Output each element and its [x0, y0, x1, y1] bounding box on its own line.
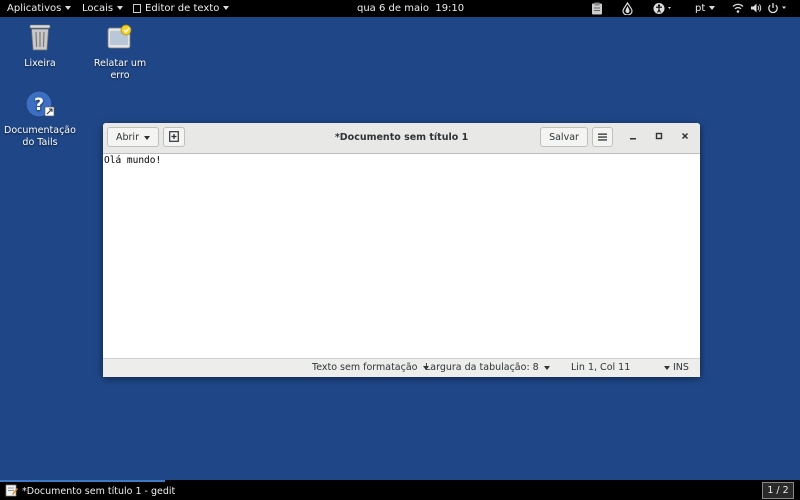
chevron-down-icon	[543, 365, 550, 370]
chevron-down-icon	[117, 6, 124, 10]
applications-menu[interactable]: Aplicativos	[7, 0, 72, 17]
desktop-icon-label-line2: do Tails	[22, 137, 58, 148]
editor-text: Olá mundo!	[104, 155, 162, 166]
minimize-icon	[629, 132, 637, 143]
cursor-position-label: Lin 1, Col 11	[571, 362, 631, 373]
status-bar: Texto sem formatação Largura da tabulaçã…	[103, 358, 700, 377]
new-document-icon	[169, 131, 179, 143]
desktop-icon-report-bug[interactable]: Relatar um erro	[84, 22, 156, 82]
text-editor-icon	[5, 484, 18, 500]
minimize-button[interactable]	[626, 131, 640, 145]
volume-icon[interactable]	[750, 2, 762, 17]
wifi-icon[interactable]	[732, 2, 744, 17]
desktop-icon-label-line1: Documentação	[4, 125, 76, 136]
taskbar-window-label: *Documento sem título 1 - gedit	[22, 486, 176, 497]
onion-icon[interactable]	[622, 1, 633, 18]
bug-report-icon	[84, 22, 156, 56]
maximize-icon	[655, 132, 663, 143]
tab-width-label: Largura da tabulação: 8	[425, 362, 539, 373]
accessibility-icon[interactable]	[653, 2, 673, 18]
chevron-down-icon	[143, 135, 150, 140]
chevron-down-icon	[65, 6, 72, 10]
close-icon	[681, 132, 689, 143]
format-label: Texto sem formatação	[312, 362, 418, 373]
help-icon: ?	[4, 89, 76, 123]
tab-width-selector[interactable]: Largura da tabulação: 8	[425, 359, 550, 376]
svg-text:?: ?	[34, 95, 44, 115]
header-bar[interactable]: Abrir *Documento sem título 1 Salvar	[103, 123, 700, 154]
desktop-icon-label: Lixeira	[24, 58, 56, 69]
open-button-label: Abrir	[116, 132, 139, 143]
gedit-window: Abrir *Documento sem título 1 Salvar Olá…	[103, 123, 700, 377]
app-menu[interactable]: Editor de texto	[133, 0, 230, 17]
trash-icon	[12, 22, 68, 56]
cursor-position-selector[interactable]: Lin 1, Col 11	[571, 359, 671, 376]
hamburger-menu-button[interactable]	[592, 127, 613, 147]
open-button[interactable]: Abrir	[107, 127, 159, 147]
insert-mode-indicator[interactable]: INS	[673, 359, 689, 376]
save-button-label: Salvar	[549, 132, 579, 143]
language-format-selector[interactable]: Texto sem formatação	[312, 359, 429, 376]
top-bar: Aplicativos Locais Editor de texto qua 6…	[0, 0, 800, 17]
chevron-down-icon	[709, 6, 716, 10]
desktop-icon-label: Relatar um erro	[93, 58, 147, 81]
new-tab-button[interactable]	[163, 127, 185, 147]
language-menu[interactable]: pt	[695, 0, 716, 17]
chevron-down-icon	[223, 6, 230, 10]
chevron-down-icon	[664, 365, 671, 370]
hamburger-menu-icon	[598, 132, 607, 143]
datetime-label: qua 6 de maio 19:10	[357, 3, 465, 14]
save-button[interactable]: Salvar	[540, 127, 588, 147]
places-menu-label: Locais	[82, 3, 114, 14]
language-label: pt	[695, 3, 706, 14]
text-editor-area[interactable]: Olá mundo!	[103, 154, 700, 358]
desktop-icon-trash[interactable]: Lixeira	[12, 22, 68, 70]
close-button[interactable]	[678, 131, 692, 145]
insert-mode-label: INS	[673, 362, 689, 373]
app-menu-label: Editor de texto	[145, 3, 220, 14]
workspace-pager[interactable]: 1 / 2	[762, 482, 794, 499]
clipboard-icon[interactable]	[591, 2, 603, 18]
places-menu[interactable]: Locais	[82, 0, 124, 17]
maximize-button[interactable]	[652, 131, 666, 145]
taskbar-window-button[interactable]: *Documento sem título 1 - gedit	[0, 480, 175, 500]
power-icon[interactable]	[767, 2, 789, 17]
desktop-icon-tails-docs[interactable]: ? Documentação do Tails	[4, 89, 76, 149]
clock[interactable]: qua 6 de maio 19:10	[357, 0, 464, 17]
text-editor-icon	[133, 3, 141, 13]
bottom-taskbar: *Documento sem título 1 - gedit 1 / 2	[0, 480, 800, 500]
applications-menu-label: Aplicativos	[7, 3, 62, 14]
workspace-pager-label: 1 / 2	[767, 485, 789, 496]
